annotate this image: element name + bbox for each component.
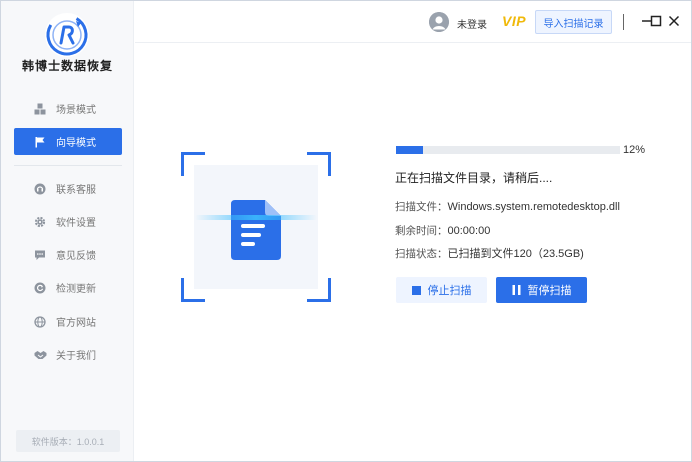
login-status[interactable]: 未登录 bbox=[457, 16, 487, 31]
frame-corner bbox=[307, 152, 331, 176]
vip-badge[interactable]: VIP bbox=[502, 13, 526, 29]
scan-progress-fill bbox=[396, 146, 423, 154]
window-controls-divider bbox=[623, 14, 624, 30]
pause-scan-label: 暂停扫描 bbox=[527, 285, 572, 297]
pause-icon bbox=[512, 285, 521, 295]
scan-file-label: 扫描文件： bbox=[395, 201, 448, 213]
sidebar-item-contact-support[interactable]: 联系客服 bbox=[14, 175, 122, 202]
close-icon[interactable] bbox=[666, 12, 682, 30]
sidebar-item-label: 软件设置 bbox=[56, 218, 96, 229]
refresh-icon bbox=[26, 282, 54, 294]
remaining-time-label: 剩余时间： bbox=[395, 225, 448, 237]
stop-scan-button[interactable]: 停止扫描 bbox=[396, 277, 487, 303]
sidebar-item-about-us[interactable]: 关于我们 bbox=[14, 341, 122, 368]
handshake-icon bbox=[26, 349, 54, 361]
sidebar: 韩博士数据恢复 场景模式 向导模式 联系客服 软件设置 意见反馈 检测更新 官方… bbox=[1, 1, 134, 461]
scan-state-label: 扫描状态： bbox=[395, 248, 448, 260]
remaining-time-value: 00:00:00 bbox=[447, 225, 491, 237]
sidebar-item-feedback[interactable]: 意见反馈 bbox=[14, 241, 122, 268]
sidebar-item-official-site[interactable]: 官方网站 bbox=[14, 308, 122, 335]
sidebar-item-settings[interactable]: 软件设置 bbox=[14, 208, 122, 235]
document-icon bbox=[229, 200, 283, 260]
scan-status-message: 正在扫描文件目录，请稍后.... bbox=[395, 171, 553, 185]
scan-file-value: Windows.system.remotedesktop.dll bbox=[447, 201, 620, 213]
sidebar-item-label: 场景模式 bbox=[56, 105, 96, 116]
sidebar-item-label: 意见反馈 bbox=[56, 251, 96, 262]
version-label: 软件版本：1.0.0.1 bbox=[16, 430, 120, 452]
gear-icon bbox=[26, 216, 54, 228]
frame-corner bbox=[181, 152, 205, 176]
scan-state-value: 已扫描到文件120（23.5GB) bbox=[447, 248, 584, 260]
globe-icon bbox=[26, 315, 54, 328]
sidebar-item-label: 联系客服 bbox=[56, 185, 96, 196]
scan-beam bbox=[195, 215, 317, 220]
pause-scan-button[interactable]: 暂停扫描 bbox=[496, 277, 587, 303]
title-bar: 未登录 VIP 导入扫描记录 bbox=[135, 1, 691, 43]
frame-corner bbox=[181, 278, 205, 302]
sidebar-item-label: 检测更新 bbox=[56, 284, 96, 295]
sidebar-item-label: 向导模式 bbox=[56, 138, 96, 149]
app-window: 韩博士数据恢复 场景模式 向导模式 联系客服 软件设置 意见反馈 检测更新 官方… bbox=[0, 0, 692, 462]
remaining-time-row: 剩余时间：00:00:00 bbox=[395, 223, 490, 238]
scan-progress-percent: 12% bbox=[623, 144, 646, 156]
sidebar-divider bbox=[14, 165, 122, 166]
scan-progress-bar bbox=[396, 146, 620, 154]
scan-state-row: 扫描状态：已扫描到文件120（23.5GB) bbox=[395, 245, 584, 261]
sidebar-item-label: 关于我们 bbox=[56, 351, 96, 362]
stop-icon bbox=[411, 285, 421, 295]
cubes-icon bbox=[26, 103, 54, 115]
sidebar-item-guide-mode[interactable]: 向导模式 bbox=[14, 128, 122, 155]
app-logo bbox=[45, 13, 89, 57]
scan-file-row: 扫描文件：Windows.system.remotedesktop.dll bbox=[395, 199, 620, 214]
maximize-icon[interactable] bbox=[648, 12, 664, 30]
chat-bubble-icon bbox=[26, 249, 54, 261]
avatar[interactable] bbox=[429, 12, 449, 32]
sidebar-item-check-update[interactable]: 检测更新 bbox=[14, 274, 122, 301]
frame-corner bbox=[307, 278, 331, 302]
stop-scan-label: 停止扫描 bbox=[427, 285, 472, 297]
headset-icon bbox=[26, 183, 54, 195]
sidebar-item-label: 官方网站 bbox=[56, 318, 96, 329]
brand-name: 韩博士数据恢复 bbox=[21, 59, 113, 73]
scan-illustration bbox=[181, 152, 331, 302]
import-scan-record-button[interactable]: 导入扫描记录 bbox=[535, 10, 612, 34]
sidebar-item-scene-mode[interactable]: 场景模式 bbox=[14, 95, 122, 122]
flag-icon bbox=[26, 136, 54, 148]
